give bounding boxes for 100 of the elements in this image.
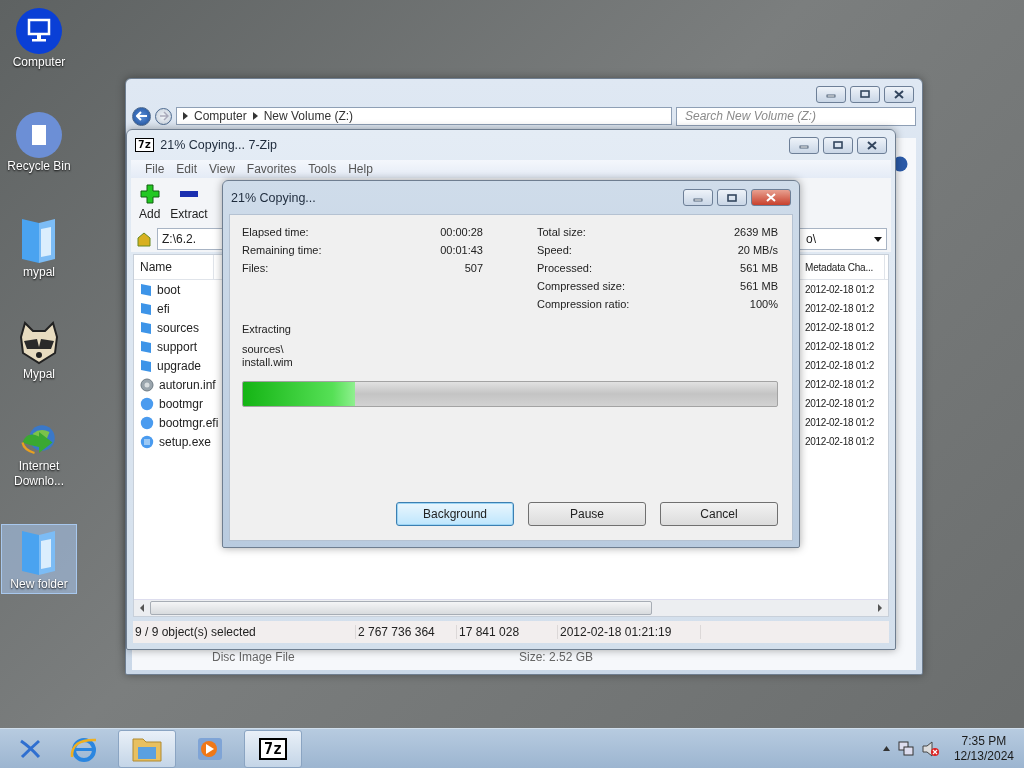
table-cell-text: 2012-02-18 01:2 [805, 360, 875, 371]
system-file-icon [140, 396, 154, 411]
menu-item[interactable]: View [203, 162, 241, 176]
dropdown-caret-icon [874, 236, 882, 242]
table-cell-text: 2012-02-18 01:2 [805, 322, 875, 333]
close-icon [867, 140, 877, 150]
desktop-shortcut[interactable]: mypal [1, 212, 77, 282]
stat-value: 561 MB [740, 280, 778, 292]
plus-icon [139, 184, 160, 204]
desktop-shortcut[interactable]: Recycle Bin [1, 108, 77, 178]
menu-item[interactable]: File [139, 162, 171, 176]
maximize-icon [860, 90, 870, 98]
breadcrumb[interactable]: Computer [194, 109, 247, 123]
table-cell-text: 2012-02-18 01:2 [805, 303, 875, 314]
scroll-right-icon[interactable] [876, 604, 884, 612]
file-name[interactable]: setup.exe [140, 434, 212, 449]
dialog-button[interactable]: Background [396, 502, 514, 526]
maximize-button[interactable] [717, 189, 747, 206]
close-button[interactable] [884, 85, 914, 103]
stat-label: Speed: [537, 244, 572, 256]
folder-icon [140, 301, 152, 316]
desktop-shortcut[interactable]: Computer [1, 4, 77, 74]
dialog-button[interactable]: Cancel [660, 502, 778, 526]
stat-label: Remaining time: [242, 244, 322, 256]
dialog-button[interactable]: Pause [528, 502, 646, 526]
stat-label: Files: [242, 262, 269, 274]
file-name[interactable]: sources [140, 320, 200, 335]
operation-text: Extracting [242, 323, 292, 335]
forward-arrow-icon [158, 111, 169, 121]
folder-up-icon[interactable] [135, 230, 153, 248]
column-header[interactable]: Name [134, 255, 214, 279]
stat-label: Compressed size: [537, 280, 626, 292]
chevron-right-icon [183, 112, 188, 120]
close-icon [894, 89, 904, 99]
status-text: 2 767 736 364 [356, 625, 457, 639]
app-logo: 7z [135, 138, 155, 152]
back-button[interactable] [132, 106, 151, 126]
stat-label: Total size: [537, 226, 586, 238]
forward-button[interactable] [155, 107, 172, 125]
menu-item[interactable]: Tools [302, 162, 343, 176]
maximize-icon [833, 141, 843, 149]
minimize-button[interactable] [816, 85, 846, 103]
menu-item[interactable]: Help [342, 162, 379, 176]
toolbar-button[interactable]: Extract [168, 184, 210, 226]
status-text: 9 / 9 object(s) selected [133, 625, 356, 639]
settings-file-icon [140, 377, 154, 392]
folder-icon [140, 282, 152, 297]
back-arrow-icon [135, 111, 148, 121]
address-bar[interactable]: Computer New Volume (Z:) [176, 107, 672, 125]
stat-value: 00:00:28 [440, 226, 483, 238]
table-cell-text: 2012-02-18 01:2 [805, 379, 875, 390]
network-icon[interactable] [897, 740, 914, 757]
maximize-icon [727, 193, 737, 202]
minimize-button[interactable] [789, 136, 819, 154]
breadcrumb[interactable]: New Volume (Z:) [263, 109, 354, 123]
menu-item[interactable]: Favorites [240, 162, 303, 176]
x-logo-icon [19, 738, 41, 759]
status-text: 2012-02-18 01:21:19 [558, 625, 701, 639]
desktop-shortcut[interactable]: Mypal [1, 316, 77, 386]
scroll-thumb[interactable] [150, 601, 652, 615]
scroll-left-icon[interactable] [138, 604, 146, 612]
search-field[interactable]: Search New Volume (Z:) [676, 106, 916, 126]
table-cell-text: 2012-02-18 01:2 [805, 417, 875, 428]
maximize-button[interactable] [850, 85, 880, 103]
file-type: Disc Image File [212, 650, 296, 664]
system-file-icon [140, 415, 154, 430]
file-name[interactable]: support [140, 339, 198, 354]
file-name[interactable]: bootmgr [140, 396, 204, 411]
table-cell-text: 2012-02-18 01:2 [805, 284, 875, 295]
stat-label: Compression ratio: [537, 298, 630, 310]
close-button[interactable] [751, 189, 791, 206]
stat-label: Elapsed time: [242, 226, 309, 238]
menu-item[interactable]: Edit [170, 162, 204, 176]
status-text: 17 841 028 [457, 625, 558, 639]
folder-icon [140, 320, 152, 335]
stat-value: 00:01:43 [440, 244, 483, 256]
stat-value: 20 MB/s [737, 244, 778, 256]
file-name[interactable]: efi [140, 301, 170, 316]
file-name[interactable]: upgrade [140, 358, 202, 373]
stat-value: 561 MB [740, 262, 778, 274]
toolbar-button[interactable]: Add [137, 184, 163, 226]
stat-value: 2639 MB [733, 226, 778, 238]
minimize-button[interactable] [683, 189, 713, 206]
caret-up-icon[interactable] [882, 746, 890, 751]
column-header[interactable]: Metadata Cha... [803, 255, 885, 279]
speaker-muted-icon[interactable] [921, 740, 940, 757]
file-path: install.wim [242, 356, 294, 369]
close-button[interactable] [857, 136, 887, 154]
file-name[interactable]: autorun.inf [140, 377, 216, 392]
file-size: Size: 2.52 GB [519, 650, 594, 664]
desktop-shortcut[interactable]: Internet Downlo... [1, 420, 77, 490]
window-title: 21% Copying... 7-Zip [160, 138, 277, 152]
table-cell-text: 2012-02-18 01:2 [805, 341, 875, 352]
file-name[interactable]: boot [140, 282, 181, 297]
horizontal-scrollbar[interactable] [134, 599, 888, 616]
taskbar-button[interactable]: 7z [244, 729, 302, 768]
file-name[interactable]: bootmgr.efi [140, 415, 219, 430]
clock[interactable]: 7:35 PM 12/13/2024 [953, 733, 1014, 764]
stat-value: 507 [464, 262, 483, 274]
maximize-button[interactable] [823, 136, 853, 154]
